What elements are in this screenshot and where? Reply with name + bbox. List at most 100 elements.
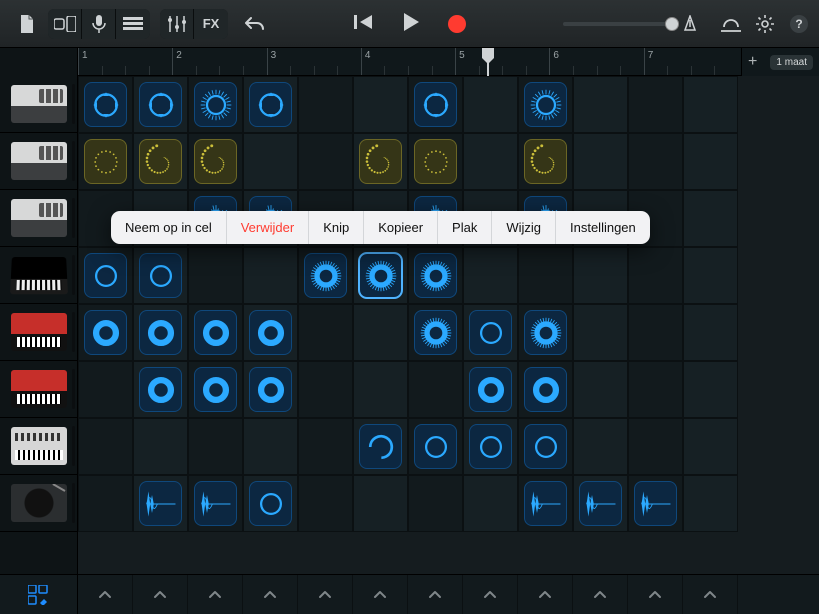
zoom-badge[interactable]: 1 maat <box>770 55 813 70</box>
grid-cell[interactable] <box>243 76 298 133</box>
grid-cell[interactable] <box>628 361 683 418</box>
grid-cell[interactable] <box>298 361 353 418</box>
column-trigger[interactable] <box>573 575 628 614</box>
column-trigger[interactable] <box>78 575 133 614</box>
loop-cell[interactable] <box>524 367 567 412</box>
loop-cell[interactable] <box>359 424 402 469</box>
column-trigger[interactable] <box>683 575 738 614</box>
grid-cell[interactable] <box>353 304 408 361</box>
grid-cell[interactable] <box>628 475 683 532</box>
fx-button[interactable]: FX <box>194 9 228 39</box>
grid-cell[interactable] <box>353 418 408 475</box>
grid-cell[interactable] <box>573 133 628 190</box>
grid-cell[interactable] <box>78 76 133 133</box>
loop-button[interactable] <box>721 15 741 33</box>
track-header-synth[interactable] <box>0 418 77 475</box>
mic-button[interactable] <box>82 9 116 39</box>
grid-cell[interactable] <box>408 361 463 418</box>
grid-cell[interactable] <box>353 361 408 418</box>
tracks-button[interactable] <box>116 9 150 39</box>
grid-cell[interactable] <box>133 76 188 133</box>
track-header-keys-red-1[interactable] <box>0 304 77 361</box>
grid-cell[interactable] <box>133 247 188 304</box>
grid-cell[interactable] <box>518 133 573 190</box>
grid-cell[interactable] <box>243 361 298 418</box>
grid-cell[interactable] <box>463 475 518 532</box>
grid-cell[interactable] <box>133 133 188 190</box>
add-section-button[interactable]: + <box>748 54 757 70</box>
grid-cell[interactable] <box>628 304 683 361</box>
grid-cell[interactable] <box>573 475 628 532</box>
loop-cell[interactable] <box>139 253 182 298</box>
mixer-button[interactable] <box>160 9 194 39</box>
loop-cell[interactable] <box>84 253 127 298</box>
grid-cell[interactable] <box>628 247 683 304</box>
grid-cell[interactable] <box>243 475 298 532</box>
column-trigger[interactable] <box>408 575 463 614</box>
column-trigger[interactable] <box>463 575 518 614</box>
grid-cell[interactable] <box>683 361 738 418</box>
record-button[interactable] <box>448 15 466 33</box>
grid-cell[interactable] <box>133 475 188 532</box>
loop-cell[interactable] <box>579 481 622 526</box>
track-header-drum-machine-3[interactable] <box>0 190 77 247</box>
loop-cell[interactable] <box>139 139 182 184</box>
grid-cell[interactable] <box>463 418 518 475</box>
loop-cell[interactable] <box>414 82 457 127</box>
grid-cell[interactable] <box>683 475 738 532</box>
grid-cell[interactable] <box>243 418 298 475</box>
column-trigger[interactable] <box>243 575 298 614</box>
browser-button[interactable] <box>48 9 82 39</box>
settings-button[interactable] <box>755 14 775 34</box>
grid-cell[interactable] <box>573 76 628 133</box>
grid-cell[interactable] <box>683 418 738 475</box>
grid-cell[interactable] <box>518 247 573 304</box>
track-header-keys-1[interactable] <box>0 247 77 304</box>
grid-cell[interactable] <box>133 418 188 475</box>
loop-cell[interactable] <box>84 82 127 127</box>
loop-cell[interactable] <box>139 481 182 526</box>
grid-cell[interactable] <box>518 475 573 532</box>
context-menu-item[interactable]: Neem op in cel <box>111 211 227 244</box>
cells-edit-button[interactable] <box>0 575 78 614</box>
loop-cell[interactable] <box>359 139 402 184</box>
grid-cell[interactable] <box>243 133 298 190</box>
context-menu-item[interactable]: Wijzig <box>492 211 556 244</box>
grid-cell[interactable] <box>353 475 408 532</box>
loop-cell[interactable] <box>84 139 127 184</box>
loop-cell[interactable] <box>249 481 292 526</box>
loop-cell[interactable] <box>194 481 237 526</box>
grid-cell[interactable] <box>408 76 463 133</box>
loop-cell[interactable] <box>524 82 567 127</box>
grid-cell[interactable] <box>463 247 518 304</box>
grid-cell[interactable] <box>408 304 463 361</box>
loop-cell[interactable] <box>524 481 567 526</box>
grid-cell[interactable] <box>518 304 573 361</box>
loop-cell[interactable] <box>469 367 512 412</box>
grid-cell[interactable] <box>188 76 243 133</box>
grid-cell[interactable] <box>463 304 518 361</box>
grid-cell[interactable] <box>518 76 573 133</box>
volume-slider[interactable] <box>563 15 699 33</box>
grid-cell[interactable] <box>518 418 573 475</box>
grid-cell[interactable] <box>463 133 518 190</box>
volume-knob[interactable] <box>665 17 679 31</box>
grid-cell[interactable] <box>628 133 683 190</box>
grid-cell[interactable] <box>683 133 738 190</box>
loop-cell[interactable] <box>414 424 457 469</box>
grid-cell[interactable] <box>188 418 243 475</box>
grid-cell[interactable] <box>628 418 683 475</box>
track-header-drum-machine-2[interactable] <box>0 133 77 190</box>
grid-cell[interactable] <box>683 76 738 133</box>
loop-cell[interactable] <box>304 253 347 298</box>
grid-cell[interactable] <box>298 76 353 133</box>
loop-cell[interactable] <box>249 82 292 127</box>
grid-cell[interactable] <box>463 361 518 418</box>
context-menu-item[interactable]: Kopieer <box>364 211 438 244</box>
grid-cell[interactable] <box>298 304 353 361</box>
grid-cell[interactable] <box>573 361 628 418</box>
loop-cell[interactable] <box>524 139 567 184</box>
grid-cell[interactable] <box>188 304 243 361</box>
grid-cell[interactable] <box>243 304 298 361</box>
grid-cell[interactable] <box>298 247 353 304</box>
